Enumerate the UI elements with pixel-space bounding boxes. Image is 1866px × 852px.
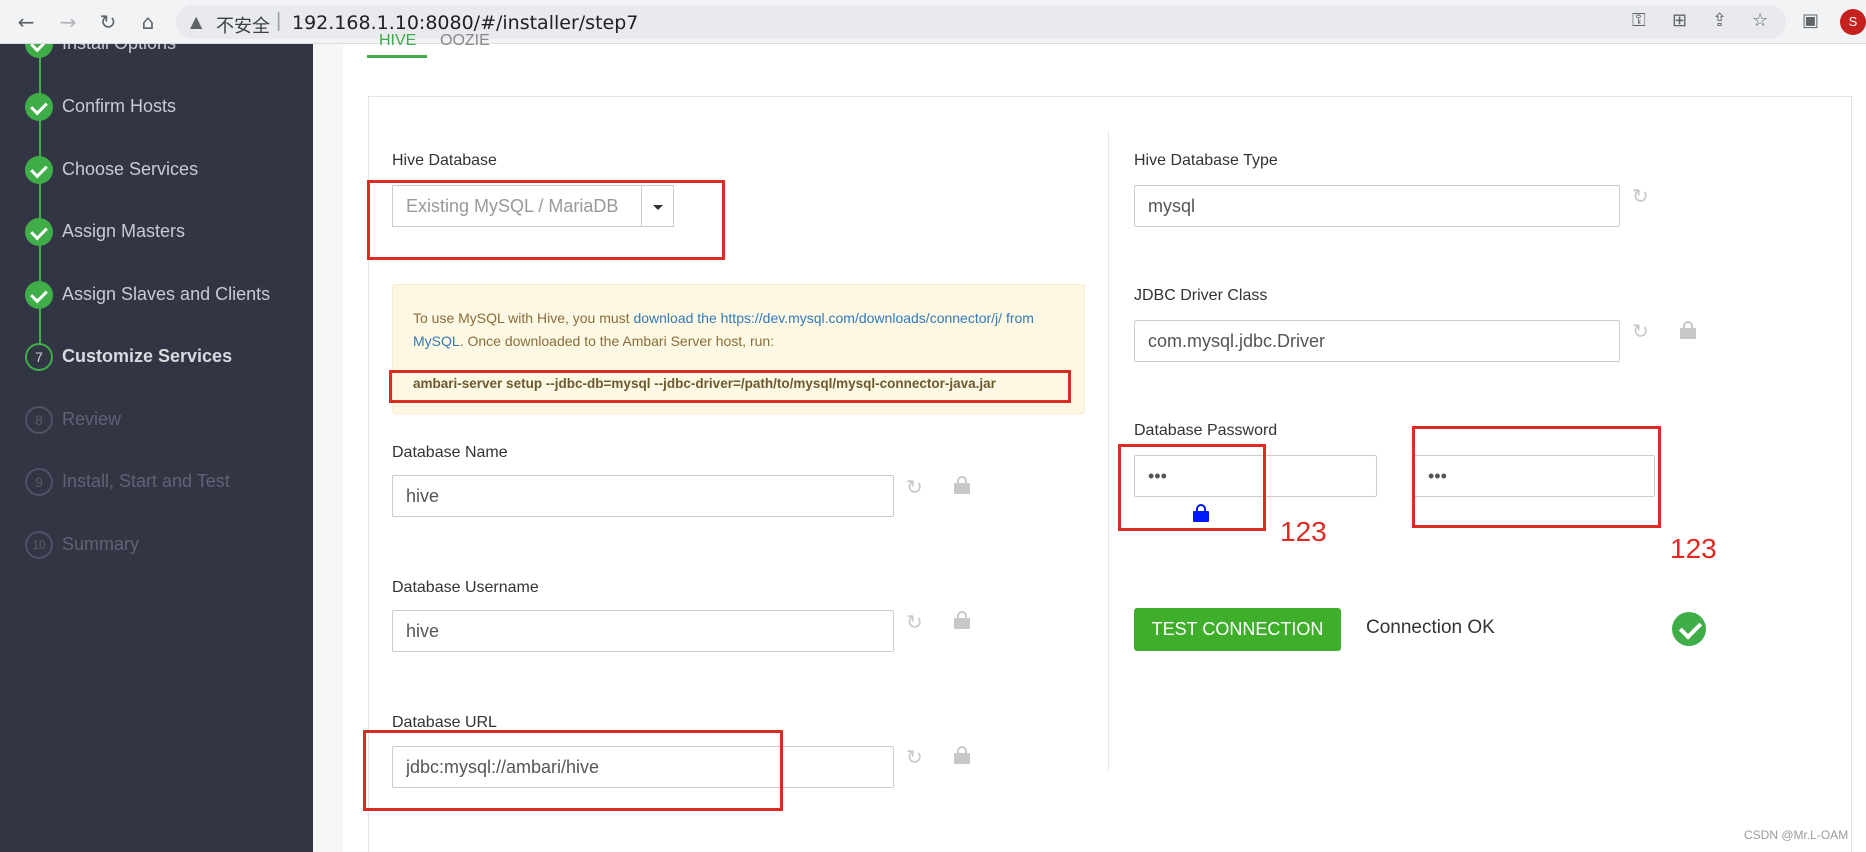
step-assign-masters[interactable]: Assign Masters [0,212,313,252]
url-separator: | [276,10,282,32]
wizard-sidebar: Install Options Confirm Hosts Choose Ser… [0,44,313,852]
step-label: Confirm Hosts [62,96,177,116]
lock-icon[interactable] [954,611,970,629]
step-label: Customize Services [62,346,233,366]
annotation-box-hive-database [367,180,725,260]
step-summary: 10 Summary [0,525,313,565]
jdbc-driver-class-label: JDBC Driver Class [1134,287,1268,304]
step-confirm-hosts[interactable]: Confirm Hosts [0,87,313,127]
jdbc-driver-class-input[interactable] [1134,320,1620,362]
database-username-label: Database Username [392,579,539,596]
connection-status: Connection OK [1366,617,1495,638]
alert-text-part-1: To use MySQL with Hive, you must [413,310,634,326]
watermark: CSDN @Mr.L-OAM [1744,828,1849,842]
step-choose-services[interactable]: Choose Services [0,150,313,190]
step-customize-services[interactable]: 7 Customize Services [0,337,313,377]
browser-toolbar: ← → ↻ ⌂ ▲ 不安全 | 192.168.1.10:8080/#/inst… [0,0,1866,44]
forward-arrow-icon[interactable]: → [54,8,82,36]
step-number: 7 [25,343,53,371]
check-circle-icon [1672,612,1706,646]
database-name-input[interactable] [392,475,894,517]
hive-database-label: Hive Database [392,152,497,169]
url-text[interactable]: 192.168.1.10:8080/#/installer/step7 [292,12,638,34]
test-connection-button[interactable]: TEST CONNECTION [1134,608,1341,651]
annotation-box-password-confirm [1412,426,1661,528]
column-divider [1108,130,1109,770]
step-label: Install Options [62,44,176,54]
step-number: 9 [25,468,53,496]
tab-hive[interactable]: HIVE [379,32,416,50]
warning-icon[interactable]: ▲ [190,12,202,31]
refresh-icon[interactable]: ↻ [1632,321,1652,341]
reload-icon[interactable]: ↻ [94,8,122,36]
alert-text-part-2: . Once downloaded to the Ambari Server h… [459,333,775,349]
security-label[interactable]: 不安全 [216,12,270,38]
step-assign-slaves[interactable]: Assign Slaves and Clients [0,275,313,315]
translate-icon[interactable]: ⊞ [1672,10,1687,31]
hive-database-type-label: Hive Database Type [1134,152,1278,169]
refresh-icon[interactable]: ↻ [906,612,926,632]
check-icon [25,281,53,309]
check-icon [25,218,53,246]
database-name-label: Database Name [392,444,508,461]
share-icon[interactable]: ⇪ [1712,10,1727,31]
active-tab-indicator [367,55,427,58]
step-install-start-test: 9 Install, Start and Test [0,462,313,502]
lock-icon[interactable] [1680,321,1696,339]
step-label: Summary [62,534,140,554]
step-number: 8 [25,406,53,434]
step-label: Assign Masters [62,221,186,241]
alert-message: To use MySQL with Hive, you must downloa… [413,307,1063,353]
address-bar[interactable]: ▲ 不安全 | 192.168.1.10:8080/#/installer/st… [176,5,1786,39]
bookmark-star-icon[interactable]: ☆ [1752,10,1768,31]
annotation-box-database-url [363,730,783,811]
back-arrow-icon[interactable]: ← [12,8,40,36]
step-label: Choose Services [62,159,199,179]
lock-icon[interactable] [954,746,970,764]
database-password-label: Database Password [1134,422,1278,439]
annotation-box-setup-command [389,370,1071,403]
home-icon[interactable]: ⌂ [134,8,162,36]
annotation-box-password [1118,444,1266,531]
key-icon[interactable]: ⚿ [1632,10,1646,31]
tab-oozie[interactable]: OOZIE [440,32,490,50]
step-review: 8 Review [0,400,313,440]
annotation-note-2: 123 [1670,533,1717,564]
refresh-icon[interactable]: ↻ [906,477,926,497]
lock-icon[interactable] [954,476,970,494]
hive-database-type-input[interactable] [1134,185,1620,227]
step-label: Install, Start and Test [62,471,230,491]
check-icon [25,44,53,58]
check-icon [25,93,53,121]
step-label: Review [62,409,122,429]
refresh-icon[interactable]: ↻ [1632,186,1652,206]
profile-avatar[interactable]: S [1840,9,1866,35]
side-panel-icon[interactable]: ▣ [1802,10,1819,31]
step-install-options[interactable]: Install Options [0,44,313,64]
check-icon [25,156,53,184]
step-label: Assign Slaves and Clients [62,284,271,304]
database-username-input[interactable] [392,610,894,652]
step-number: 10 [25,531,53,559]
refresh-icon[interactable]: ↻ [906,747,926,767]
annotation-note-1: 123 [1280,516,1327,547]
